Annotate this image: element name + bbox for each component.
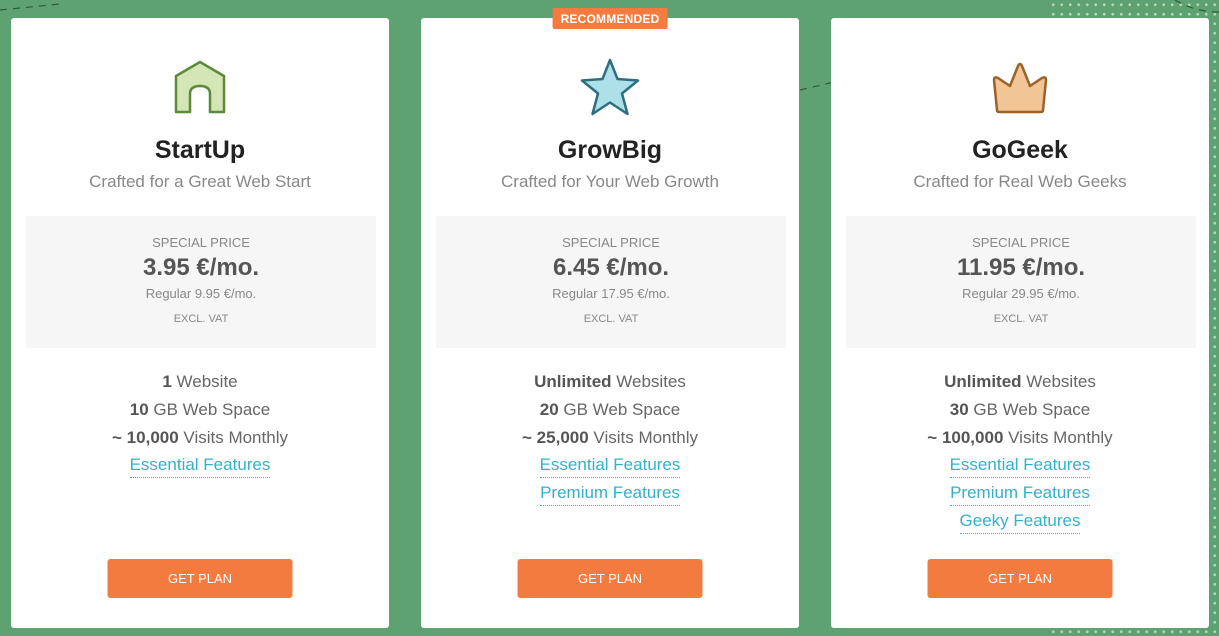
feature-label: Website bbox=[171, 372, 238, 391]
vat-note: EXCL. VAT bbox=[583, 313, 639, 325]
regular-price: Regular 9.95 €/mo. bbox=[145, 286, 257, 301]
geeky-features-link[interactable]: Geeky Features bbox=[959, 510, 1081, 534]
special-price-label: SPECIAL PRICE bbox=[562, 235, 660, 250]
special-price: 11.95 €/mo. bbox=[956, 254, 1086, 281]
feature-list: 1 Website 10 GB Web Space ~ 10,000 Visit… bbox=[11, 370, 389, 482]
feature-label: Websites bbox=[611, 372, 686, 391]
feature-label: Visits Monthly bbox=[178, 428, 288, 447]
feature-space: 20 GB Web Space bbox=[421, 398, 799, 426]
plan-card-growbig: RECOMMENDED GrowBig Crafted for Your Web… bbox=[421, 8, 799, 628]
feature-value: Unlimited bbox=[944, 372, 1022, 391]
essential-features-link[interactable]: Essential Features bbox=[949, 454, 1091, 478]
plan-card-startup: StartUp Crafted for a Great Web Start SP… bbox=[11, 18, 389, 628]
essential-features-link[interactable]: Essential Features bbox=[539, 454, 681, 478]
feature-label: GB Web Space bbox=[968, 400, 1091, 419]
price-box: SPECIAL PRICE 3.95 €/mo. Regular 9.95 €/… bbox=[26, 216, 376, 348]
vat-note: EXCL. VAT bbox=[173, 313, 229, 325]
feature-visits: ~ 10,000 Visits Monthly bbox=[11, 426, 389, 454]
crown-icon bbox=[992, 62, 1048, 114]
get-plan-button[interactable]: GET PLAN bbox=[927, 559, 1113, 598]
feature-list: Unlimited Websites 30 GB Web Space ~ 100… bbox=[831, 370, 1209, 538]
feature-label: Visits Monthly bbox=[588, 428, 698, 447]
recommended-badge: RECOMMENDED bbox=[552, 8, 668, 29]
plan-name: StartUp bbox=[154, 136, 246, 164]
feature-value: 20 bbox=[539, 400, 559, 419]
feature-value: Unlimited bbox=[534, 372, 612, 391]
price-box: SPECIAL PRICE 11.95 €/mo. Regular 29.95 … bbox=[846, 216, 1196, 348]
feature-label: GB Web Space bbox=[558, 400, 681, 419]
feature-space: 30 GB Web Space bbox=[831, 398, 1209, 426]
feature-value: 10 bbox=[129, 400, 149, 419]
feature-value: 30 bbox=[949, 400, 969, 419]
feature-visits: ~ 25,000 Visits Monthly bbox=[421, 426, 799, 454]
get-plan-button[interactable]: GET PLAN bbox=[107, 559, 293, 598]
plan-name: GoGeek bbox=[972, 136, 1068, 164]
vat-note: EXCL. VAT bbox=[993, 313, 1049, 325]
feature-value: ~ 25,000 bbox=[522, 428, 589, 447]
feature-label: Visits Monthly bbox=[1003, 428, 1113, 447]
feature-list: Unlimited Websites 20 GB Web Space ~ 25,… bbox=[421, 370, 799, 510]
special-price-label: SPECIAL PRICE bbox=[152, 235, 250, 250]
special-price-label: SPECIAL PRICE bbox=[972, 235, 1070, 250]
feature-value: ~ 100,000 bbox=[927, 428, 1004, 447]
feature-label: Websites bbox=[1021, 372, 1096, 391]
price-box: SPECIAL PRICE 6.45 €/mo. Regular 17.95 €… bbox=[436, 216, 786, 348]
regular-price: Regular 29.95 €/mo. bbox=[962, 286, 1080, 301]
special-price: 6.45 €/mo. bbox=[552, 254, 670, 281]
plan-tagline: Crafted for a Great Web Start bbox=[89, 172, 311, 191]
plan-name: GrowBig bbox=[557, 136, 663, 164]
feature-websites: Unlimited Websites bbox=[831, 370, 1209, 398]
star-icon bbox=[580, 58, 640, 116]
feature-websites: 1 Website bbox=[11, 370, 389, 398]
feature-space: 10 GB Web Space bbox=[11, 398, 389, 426]
feature-websites: Unlimited Websites bbox=[421, 370, 799, 398]
feature-value: ~ 10,000 bbox=[112, 428, 179, 447]
special-price: 3.95 €/mo. bbox=[142, 254, 260, 281]
get-plan-button[interactable]: GET PLAN bbox=[517, 559, 703, 598]
feature-visits: ~ 100,000 Visits Monthly bbox=[831, 426, 1209, 454]
plan-card-gogeek: GoGeek Crafted for Real Web Geeks SPECIA… bbox=[831, 18, 1209, 628]
premium-features-link[interactable]: Premium Features bbox=[540, 482, 680, 506]
feature-value: 1 bbox=[162, 372, 172, 391]
plan-tagline: Crafted for Your Web Growth bbox=[501, 172, 719, 191]
feature-label: GB Web Space bbox=[148, 400, 271, 419]
essential-features-link[interactable]: Essential Features bbox=[129, 454, 271, 478]
regular-price: Regular 17.95 €/mo. bbox=[552, 286, 670, 301]
plan-tagline: Crafted for Real Web Geeks bbox=[913, 172, 1127, 191]
premium-features-link[interactable]: Premium Features bbox=[950, 482, 1090, 506]
house-icon bbox=[174, 60, 226, 114]
